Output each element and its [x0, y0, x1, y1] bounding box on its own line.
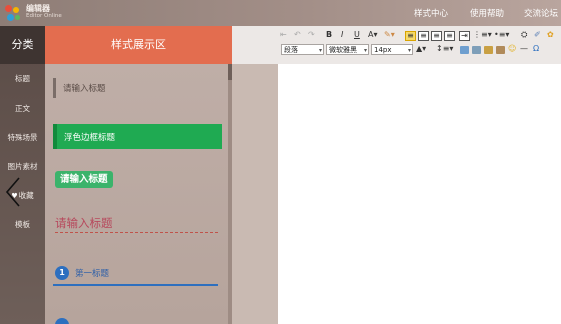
underline-button[interactable]: U [354, 29, 360, 41]
text-bg-icon[interactable]: ▲▾ [416, 43, 426, 55]
chevron-left-icon[interactable] [4, 176, 22, 208]
style-panel: 请输入标题 浮色边框标题 请输入标题 请输入标题 1 第一标题 [45, 64, 228, 324]
sidebar-item-title[interactable]: 标题 [0, 73, 45, 84]
indent-icon[interactable]: ⇥ [459, 31, 470, 41]
horizontal-rule-icon[interactable]: — [520, 43, 528, 55]
sidebar-title: 分类 [0, 26, 45, 64]
settings-icon[interactable]: ✿ [547, 29, 554, 41]
redo-icon[interactable]: ↷ [308, 29, 315, 41]
gallery-icon[interactable] [484, 46, 493, 54]
style-sample-text: 请输入标题 [63, 84, 106, 94]
font-size-select[interactable]: 14px ▾ [371, 44, 413, 55]
unordered-list-icon[interactable]: •≡▾ [494, 29, 509, 41]
sidebar-item-templates[interactable]: 模板 [0, 219, 45, 230]
editor-content-area[interactable] [278, 64, 561, 324]
emoji-icon[interactable]: ☺ [508, 43, 516, 55]
align-justify-icon[interactable]: ≡ [444, 31, 455, 41]
category-sidebar: 分类 标题 正文 特殊场景 图片素材 ♥收藏 模板 [0, 26, 45, 324]
number-badge: 1 [55, 266, 69, 280]
align-center-icon[interactable]: ≡ [418, 31, 429, 41]
paragraph-select[interactable]: 段落 ▾ [281, 44, 324, 55]
editor-margin [232, 64, 278, 324]
image-icon[interactable] [460, 46, 469, 54]
line-height-icon[interactable]: ↕≡▾ [436, 43, 453, 55]
italic-button[interactable]: I [341, 29, 343, 41]
font-color-button[interactable]: A▾ [368, 29, 378, 41]
style-panel-title: 样式展示区 [45, 26, 232, 64]
video-icon[interactable] [472, 46, 481, 54]
binoculars-icon[interactable]: ⛭ [521, 29, 527, 41]
style-sample-text: 浮色边框标题 [64, 133, 116, 143]
font-family-select[interactable]: 微软雅黑 ▾ [326, 44, 369, 55]
brand-subtitle: Editor Online [26, 13, 62, 19]
top-bar: 编辑器 Editor Online 样式中心 使用帮助 交流论坛 [0, 0, 561, 26]
undo-icon[interactable]: ↶ [294, 29, 301, 41]
source-icon[interactable]: ⇤ [280, 29, 287, 41]
style-sample-partial[interactable] [55, 318, 69, 324]
logo-icon[interactable] [3, 3, 23, 23]
bold-button[interactable]: B [326, 29, 332, 41]
highlight-icon[interactable]: ✎▾ [384, 29, 395, 41]
sidebar-item-body[interactable]: 正文 [0, 103, 45, 114]
align-left-icon[interactable]: ≡ [405, 31, 416, 41]
attachment-icon[interactable] [496, 46, 505, 54]
special-char-icon[interactable]: Ω [533, 43, 539, 55]
nav-help[interactable]: 使用帮助 [470, 7, 504, 19]
align-right-icon[interactable]: ≡ [431, 31, 442, 41]
style-sample-green-tag[interactable]: 请输入标题 [55, 171, 113, 188]
sidebar-item-special[interactable]: 特殊场景 [0, 132, 45, 143]
nav-style-center[interactable]: 样式中心 [414, 7, 448, 19]
style-sample-dashed-underline[interactable]: 请输入标题 [55, 215, 218, 233]
editor-toolbar: ⇤ ↶ ↷ B I U A▾ ✎▾ ≡ ≡ ≡ ≡ ⇥ ⋮≡▾ •≡▾ ⛭ ✐ … [232, 26, 561, 65]
nav-forum[interactable]: 交流论坛 [524, 7, 558, 19]
style-sample-numbered[interactable]: 1 第一标题 [53, 266, 218, 286]
ordered-list-icon[interactable]: ⋮≡▾ [473, 29, 492, 41]
format-painter-icon[interactable]: ✐ [534, 29, 541, 41]
style-sample-green-block[interactable]: 浮色边框标题 [53, 124, 222, 149]
sidebar-item-images[interactable]: 图片素材 [0, 161, 45, 172]
style-sample-left-bar[interactable]: 请输入标题 [53, 78, 196, 98]
style-sample-text: 第一标题 [75, 269, 110, 279]
